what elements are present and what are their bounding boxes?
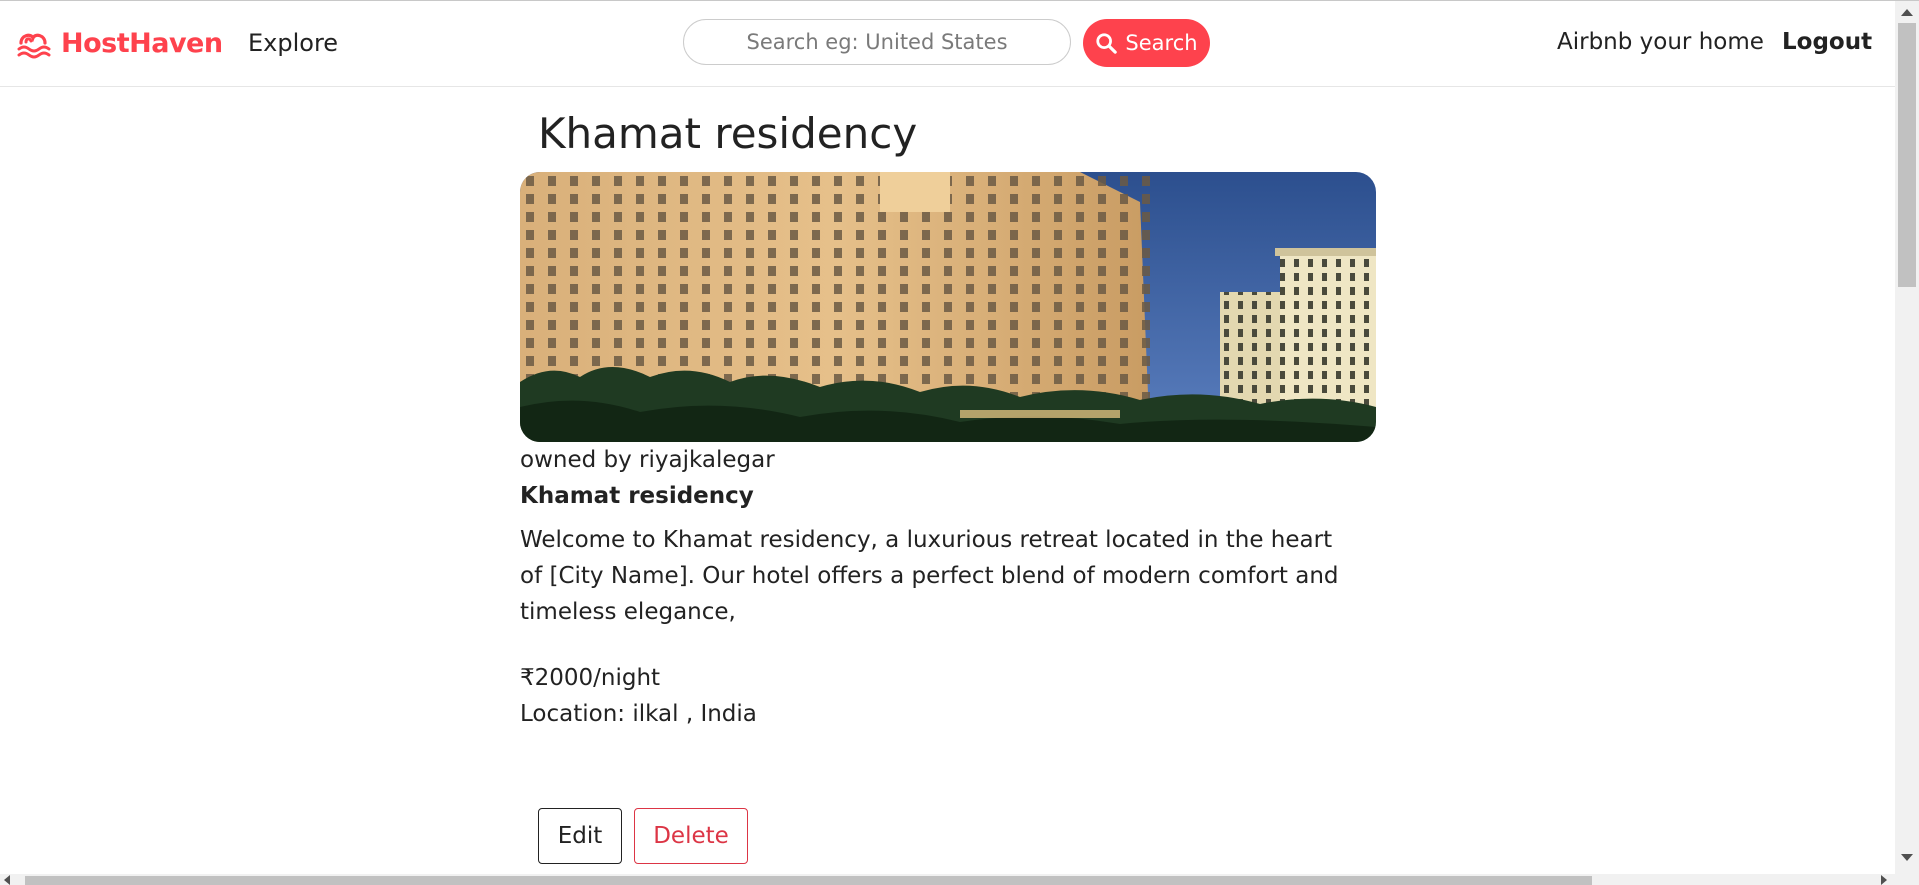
hotel-building-photo bbox=[520, 172, 1376, 442]
listing-price: ₹2000/night bbox=[520, 665, 661, 691]
search-button-label: Search bbox=[1125, 31, 1198, 55]
listing-location: Location: ilkal , India bbox=[520, 701, 757, 727]
listing-image bbox=[520, 172, 1376, 442]
vertical-scrollbar-thumb[interactable] bbox=[1898, 23, 1916, 287]
airbnb-logo-icon bbox=[17, 33, 51, 58]
scroll-left-arrow-icon[interactable] bbox=[4, 875, 10, 885]
nav-host-link[interactable]: Airbnb your home bbox=[1557, 29, 1764, 55]
navbar: HostHaven Explore Search Airbnb your hom… bbox=[0, 1, 1895, 87]
search-button[interactable]: Search bbox=[1083, 19, 1210, 67]
brand-name: HostHaven bbox=[61, 28, 223, 59]
brand-link[interactable]: HostHaven bbox=[17, 28, 223, 59]
scroll-right-arrow-icon[interactable] bbox=[1881, 875, 1887, 885]
search-input[interactable] bbox=[683, 19, 1071, 65]
delete-button[interactable]: Delete bbox=[634, 808, 748, 864]
scroll-up-arrow-icon[interactable] bbox=[1901, 9, 1913, 16]
listing-name: Khamat residency bbox=[520, 483, 754, 509]
nav-explore-link[interactable]: Explore bbox=[248, 29, 338, 57]
magnifying-glass-icon bbox=[1096, 33, 1118, 54]
listing-description: Welcome to Khamat residency, a luxurious… bbox=[520, 527, 1339, 625]
edit-button[interactable]: Edit bbox=[538, 808, 622, 864]
nav-logout-link[interactable]: Logout bbox=[1782, 29, 1872, 55]
listing-title: Khamat residency bbox=[538, 109, 918, 158]
owner-text: owned by riyajkalegar bbox=[520, 447, 775, 473]
scroll-down-arrow-icon[interactable] bbox=[1901, 854, 1913, 861]
horizontal-scrollbar-thumb[interactable] bbox=[25, 876, 1592, 885]
browser-viewport: HostHaven Explore Search Airbnb your hom… bbox=[0, 0, 1919, 885]
